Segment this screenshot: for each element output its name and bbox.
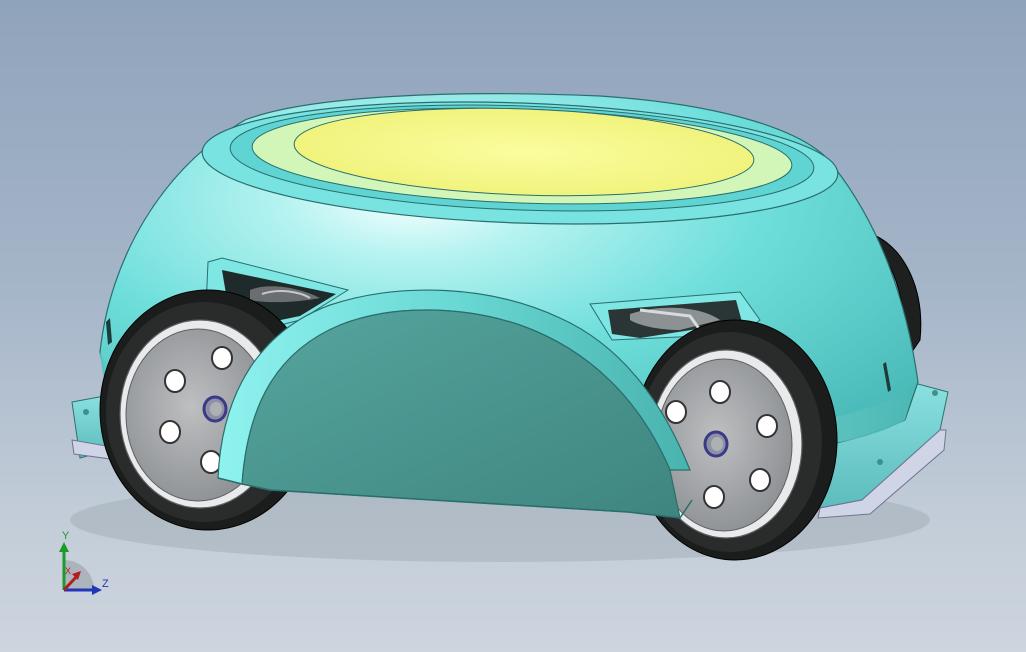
z-axis-label: Z [102, 578, 109, 590]
robot-model[interactable] [0, 0, 1026, 652]
y-axis-label: Y [62, 530, 70, 542]
x-axis-label: X [65, 566, 72, 576]
left-hub-hole [211, 346, 233, 370]
graphics-viewport[interactable]: Y X Z [0, 0, 1026, 652]
view-triad[interactable]: Y X Z [52, 530, 122, 600]
